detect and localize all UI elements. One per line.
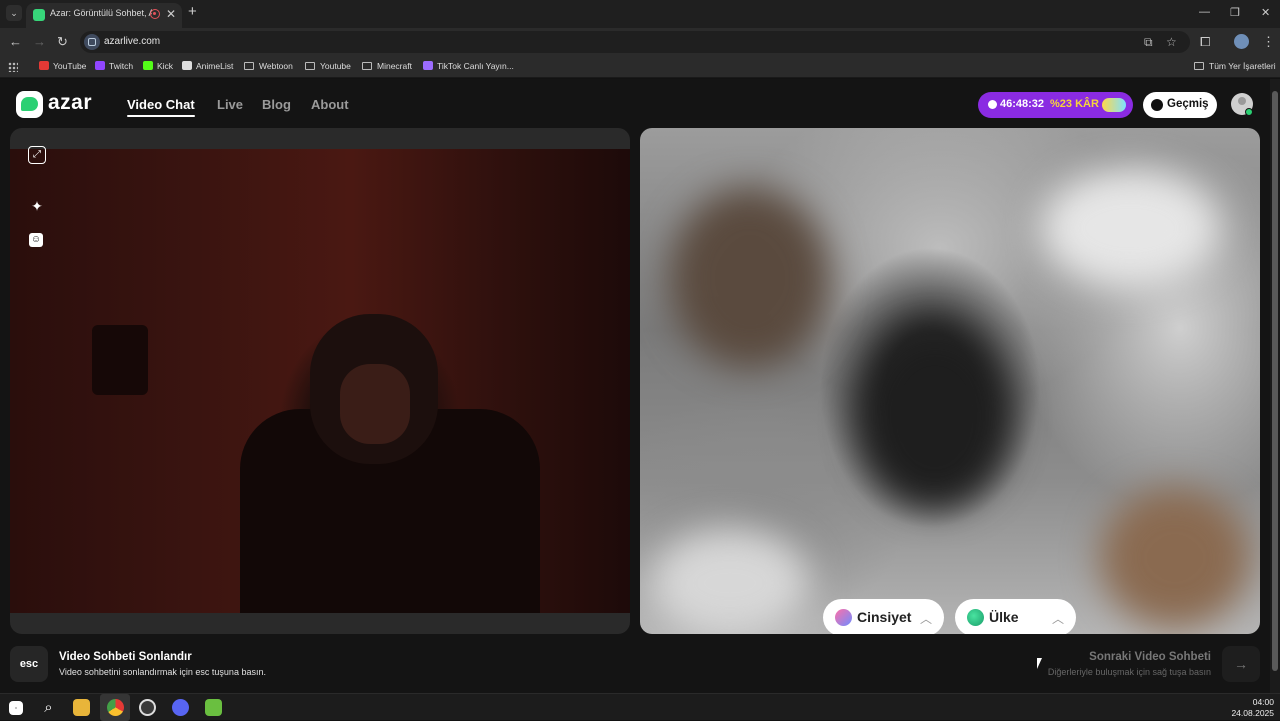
folder-icon (1194, 62, 1204, 70)
tab-search-icon[interactable]: ⌄ (6, 5, 22, 21)
kick-icon (143, 61, 153, 70)
partner-video-panel: Cinsiyet ︿ Ülke ︿ (640, 128, 1260, 634)
next-chat-button[interactable]: → (1222, 646, 1260, 682)
chevron-up-icon: ︿ (920, 612, 933, 626)
promo-discount: %23 KÂR (1050, 98, 1099, 110)
history-clock-icon (1151, 99, 1163, 111)
bookmark-folder-youtube[interactable]: Youtube (305, 61, 351, 71)
recording-indicator-icon (150, 9, 160, 19)
nav-about[interactable]: About (311, 97, 349, 112)
nav-live[interactable]: Live (217, 97, 243, 112)
azar-favicon-icon (33, 9, 45, 21)
bookmark-kick[interactable]: Kick (143, 61, 173, 71)
nav-active-underline (127, 115, 195, 117)
bookmark-folder-webtoon[interactable]: Webtoon (244, 61, 293, 71)
apps-grid-icon[interactable] (8, 62, 18, 72)
effects-sparkle-icon[interactable]: ✦ (28, 197, 46, 215)
promo-banner[interactable]: 46:48:32 %23 KÂR (978, 92, 1133, 118)
history-button[interactable]: Geçmiş (1143, 92, 1217, 118)
self-camera-feed (10, 149, 630, 613)
forward-icon[interactable]: → (33, 35, 46, 49)
omnibox[interactable]: azarlive.com ⧉ ☆ (80, 31, 1190, 53)
gem-icon (1102, 98, 1126, 112)
all-bookmarks[interactable]: Tüm Yer İşaretleri (1194, 61, 1276, 71)
timer-clock-icon (988, 100, 997, 109)
end-chat-subtitle: Video sohbetini sonlandırmak için esc tu… (59, 667, 266, 677)
chrome-icon[interactable] (107, 699, 124, 716)
discord-icon[interactable] (172, 699, 189, 716)
tiktok-live-icon (423, 61, 433, 70)
extensions-icon[interactable]: ⧠ (1200, 35, 1210, 49)
clock-time[interactable]: 04:00 (1230, 697, 1274, 707)
tab-close-icon[interactable]: ✕ (166, 7, 176, 21)
new-tab-button[interactable]: + (188, 4, 197, 19)
tab-title: Azar: Görüntülü Sohbet, Arkadaş (50, 8, 152, 18)
url-text: azarlive.com (104, 36, 161, 47)
esc-key-button[interactable]: esc (10, 646, 48, 682)
mouse-cursor-icon (1037, 658, 1042, 669)
chevron-up-icon: ︿ (1052, 612, 1065, 626)
twitch-icon (95, 61, 105, 70)
minimize-button[interactable]: — (1199, 6, 1210, 18)
animelist-icon (182, 61, 192, 70)
self-video-panel: ⤢ ✦ ☺ (10, 128, 630, 634)
globe-icon (967, 609, 984, 626)
bookmark-star-icon[interactable]: ☆ (1166, 35, 1177, 49)
folder-icon (305, 62, 315, 70)
scroll-thumb[interactable] (1272, 91, 1278, 671)
end-chat-title: Video Sohbeti Sonlandır (59, 651, 192, 663)
gender-icon (835, 609, 852, 626)
nav-blog[interactable]: Blog (262, 97, 291, 112)
clock-date[interactable]: 24.08.2025 (1226, 708, 1274, 718)
bookmark-youtube[interactable]: YouTube (39, 61, 86, 71)
restore-button[interactable]: ❐ (1230, 6, 1240, 19)
back-icon[interactable]: ← (9, 35, 22, 49)
reload-icon[interactable]: ↻ (57, 35, 68, 49)
folder-icon (362, 62, 372, 70)
azar-page: azar Video Chat Live Blog About 46:48:32… (0, 79, 1270, 693)
country-filter-button[interactable]: Ülke ︿ (955, 599, 1076, 634)
bookmark-folder-minecraft[interactable]: Minecraft (362, 61, 412, 71)
install-app-icon[interactable]: ⧉ (1144, 35, 1153, 50)
bookmark-animelist[interactable]: AnimeList (182, 61, 233, 71)
youtube-icon (39, 61, 49, 70)
bookmarks-bar: YouTube Twitch Kick AnimeList Webtoon Yo… (0, 56, 1280, 78)
history-label: Geçmiş (1167, 98, 1209, 110)
sticker-face-icon[interactable]: ☺ (29, 233, 43, 247)
site-info-icon[interactable] (84, 34, 100, 50)
browser-tab[interactable]: Azar: Görüntülü Sohbet, Arkadaş ✕ (26, 3, 182, 28)
bookmark-twitch[interactable]: Twitch (95, 61, 133, 71)
address-bar-row: ← → ↻ azarlive.com ⧉ ☆ ⧠ ⋮ (0, 28, 1280, 56)
profile-icon[interactable] (1234, 34, 1249, 49)
azar-logo-text[interactable]: azar (48, 91, 92, 115)
folder-icon (244, 62, 254, 70)
country-filter-label: Ülke (989, 609, 1019, 625)
next-chat-title: Sonraki Video Sohbeti (1089, 651, 1211, 663)
bookmark-tiktok[interactable]: TikTok Canlı Yayın... (423, 61, 514, 71)
taskbar: ⌕ 04:00 24.08.2025 (0, 693, 1280, 721)
next-chat-subtitle: Diğerleriyle buluşmak için sağ tuşa bası… (1047, 667, 1211, 677)
windows-start-icon[interactable] (9, 701, 23, 715)
expand-icon[interactable]: ⤢ (28, 146, 46, 164)
azar-logo-icon[interactable] (16, 91, 43, 118)
close-window-button[interactable]: ✕ (1261, 6, 1270, 19)
gender-filter-button[interactable]: Cinsiyet ︿ (823, 599, 944, 634)
nav-video-chat[interactable]: Video Chat (127, 97, 195, 112)
minecraft-launcher-icon[interactable] (205, 699, 222, 716)
promo-timer: 46:48:32 (1000, 98, 1045, 110)
file-explorer-icon[interactable] (73, 699, 90, 716)
app-icon[interactable] (139, 699, 156, 716)
gender-filter-label: Cinsiyet (857, 609, 912, 625)
search-icon[interactable]: ⌕ (40, 699, 57, 716)
browser-tab-bar: ⌄ Azar: Görüntülü Sohbet, Arkadaş ✕ + — … (0, 0, 1280, 28)
menu-icon[interactable]: ⋮ (1262, 35, 1275, 49)
online-badge (1245, 108, 1253, 116)
page-scrollbar[interactable] (1270, 79, 1280, 693)
